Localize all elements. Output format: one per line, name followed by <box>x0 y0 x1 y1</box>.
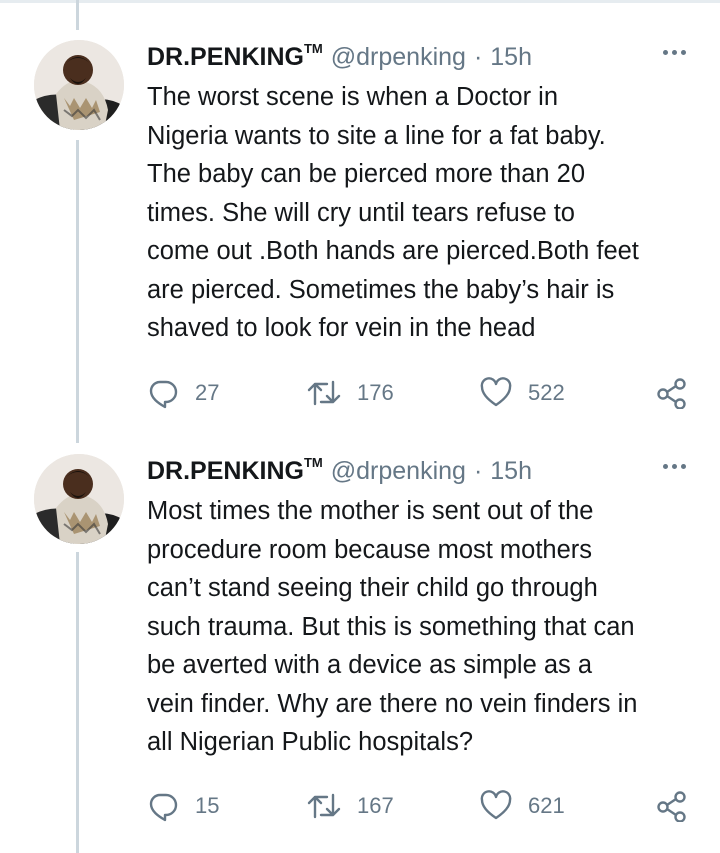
tweet-timestamp[interactable]: 15h <box>490 43 532 72</box>
tweet-text: The worst scene is when a Doctor in Nige… <box>147 83 639 342</box>
retweet-count: 176 <box>357 380 394 405</box>
author-handle[interactable]: @drpenking <box>331 457 466 486</box>
like-button[interactable]: 621 <box>480 789 565 823</box>
reply-icon <box>147 377 179 409</box>
share-icon <box>655 377 687 409</box>
header-separator: · <box>473 456 483 485</box>
heart-icon <box>480 790 512 822</box>
trademark-mark: TM <box>303 454 323 470</box>
retweet-icon <box>307 377 341 409</box>
share-button[interactable] <box>655 376 687 410</box>
trademark-mark: TM <box>303 40 323 56</box>
retweet-button[interactable]: 176 <box>307 376 394 410</box>
top-divider <box>0 0 720 3</box>
more-icon[interactable] <box>663 464 686 469</box>
share-icon <box>655 790 687 822</box>
thread-connector-top <box>76 0 79 30</box>
reply-icon <box>147 790 179 822</box>
tweet-header: DR.PENKING TM @drpenking · 15h <box>147 454 532 488</box>
tweet[interactable]: DR.PENKING TM @drpenking · 15h The worst… <box>0 40 720 420</box>
more-icon[interactable] <box>663 50 686 55</box>
reply-count: 27 <box>195 380 220 405</box>
share-button[interactable] <box>655 789 687 823</box>
retweet-button[interactable]: 167 <box>307 789 394 823</box>
like-count: 522 <box>528 380 565 405</box>
tweet-header: DR.PENKING TM @drpenking · 15h <box>147 40 532 74</box>
author-handle[interactable]: @drpenking <box>331 43 466 72</box>
header-separator: · <box>473 42 483 71</box>
tweet-actions: 15 167 621 <box>147 789 692 823</box>
like-count: 621 <box>528 793 565 818</box>
heart-icon <box>480 377 512 409</box>
reply-button[interactable]: 15 <box>147 789 219 823</box>
like-button[interactable]: 522 <box>480 376 565 410</box>
avatar[interactable] <box>34 454 124 544</box>
retweet-count: 167 <box>357 793 394 818</box>
tweet-actions: 27 176 522 <box>147 376 692 410</box>
author-name[interactable]: DR.PENKING <box>147 43 304 72</box>
tweet-text: Most times the mother is sent out of the… <box>147 497 638 756</box>
tweet[interactable]: DR.PENKING TM @drpenking · 15h Most time… <box>0 454 720 844</box>
tweet-timestamp[interactable]: 15h <box>490 457 532 486</box>
avatar[interactable] <box>34 40 124 130</box>
reply-button[interactable]: 27 <box>147 376 219 410</box>
reply-count: 15 <box>195 793 220 818</box>
retweet-icon <box>307 790 341 822</box>
author-name[interactable]: DR.PENKING <box>147 457 304 486</box>
